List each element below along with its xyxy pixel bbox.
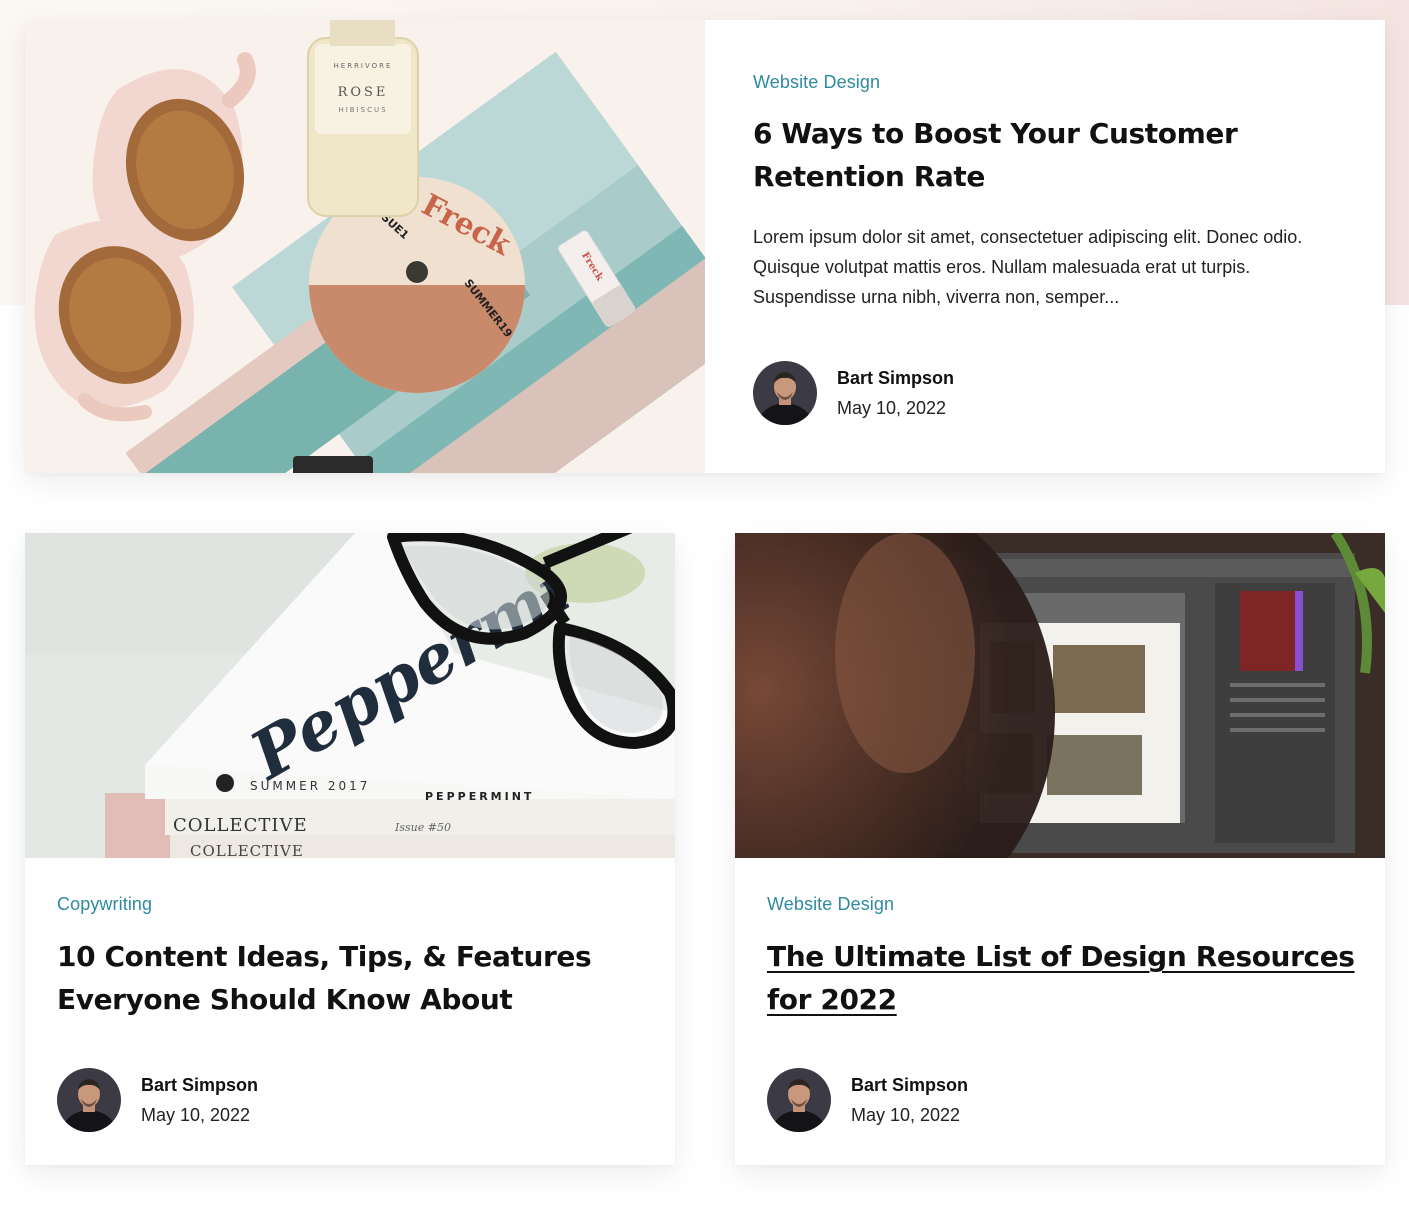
featured-post-image[interactable]: Freck ISSUE1 SUMMER19 HERRIVORE ROSE HIB…	[25, 20, 705, 473]
post-category-link[interactable]: Website Design	[767, 894, 894, 915]
author-avatar	[753, 361, 817, 425]
post-excerpt: Lorem ipsum dolor sit amet, consectetuer…	[753, 227, 1303, 307]
post-title-link[interactable]: 6 Ways to Boost Your Customer Retention …	[753, 112, 1313, 198]
post-date: May 10, 2022	[851, 1105, 961, 1125]
book-two-issue: Issue #50	[394, 821, 451, 834]
author-name: Bart Simpson	[837, 368, 955, 388]
post-title-link[interactable]: 10 Content Ideas, Tips, & Features Every…	[57, 935, 637, 1021]
post-category-link[interactable]: Website Design	[753, 72, 880, 93]
post-author: Bart Simpson May 10, 2022	[767, 1068, 968, 1132]
post-author: Bart Simpson May 10, 2022	[57, 1068, 258, 1132]
post-date: May 10, 2022	[837, 398, 947, 418]
author-name: Bart Simpson	[141, 1075, 259, 1095]
post-card[interactable]: COLLECTIVE Issue #50 COLLECTIVE SUMMER 2…	[25, 533, 675, 1165]
bottle-name-text: ROSE	[338, 85, 389, 100]
book-two-title: COLLECTIVE	[173, 815, 308, 836]
book-three-title: COLLECTIVE	[190, 842, 304, 858]
post-category-link[interactable]: Copywriting	[57, 894, 152, 915]
post-date: May 10, 2022	[141, 1105, 251, 1125]
post-image[interactable]: COLLECTIVE Issue #50 COLLECTIVE SUMMER 2…	[25, 533, 675, 858]
post-author: Bart Simpson May 10, 2022	[753, 361, 954, 425]
featured-post-card[interactable]: Freck ISSUE1 SUMMER19 HERRIVORE ROSE HIB…	[25, 20, 1385, 473]
post-card[interactable]: Website Design The Ultimate List of Desi…	[735, 533, 1385, 1165]
post-image[interactable]	[735, 533, 1385, 858]
post-title-link[interactable]: The Ultimate List of Design Resources fo…	[767, 935, 1367, 1021]
bottle-brand-text: HERRIVORE	[334, 62, 393, 70]
author-avatar	[57, 1068, 121, 1132]
bottle-sub-text: HIBISCUS	[338, 106, 387, 114]
author-avatar	[767, 1068, 831, 1132]
spine-title: PEPPERMINT	[425, 790, 534, 803]
author-name: Bart Simpson	[851, 1075, 969, 1095]
